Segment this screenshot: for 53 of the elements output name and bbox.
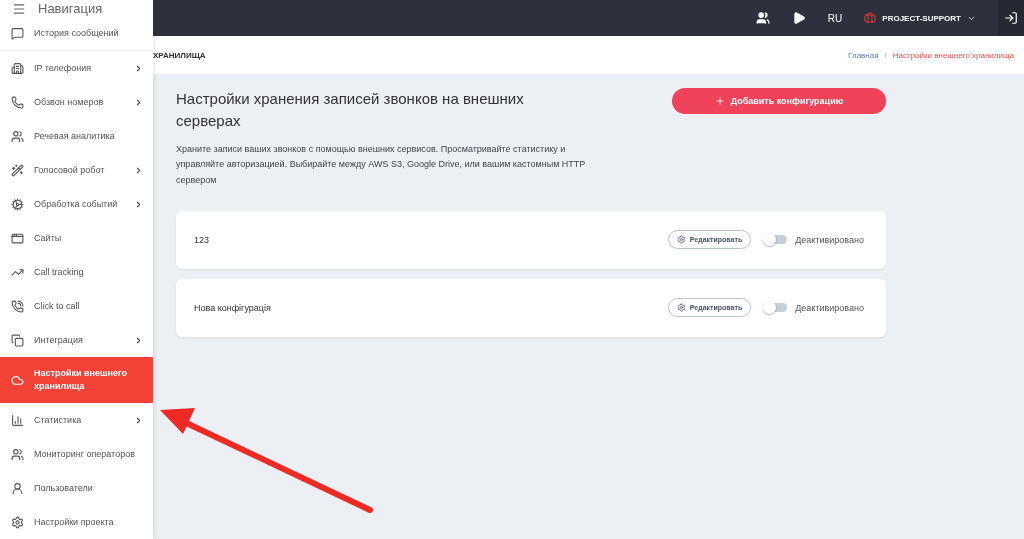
sidebar-item[interactable]: Интеграция [0,323,153,357]
configuration-name: 123 [194,234,211,245]
sidebar-item[interactable]: Call tracking [0,255,153,289]
sidebar-item[interactable]: Обзвон номеров [0,85,153,119]
gear-icon [676,235,686,245]
window-icon [11,231,24,245]
menu-icon[interactable] [12,1,26,16]
logout-button[interactable] [998,0,1024,36]
play-icon[interactable] [791,11,806,25]
sidebar-item[interactable]: Голосовой робот [0,153,153,187]
people-icon[interactable] [755,11,770,25]
phone-icon [11,95,24,109]
plus-icon [714,96,725,106]
add-configuration-button[interactable]: Добавить конфигурацию [672,88,886,114]
section-title: Настройки хранения записей звонков на внешних серверах [176,89,525,131]
building-icon [11,61,24,75]
sidebar-item[interactable]: IP телефония [0,51,153,85]
wand-icon [11,163,24,177]
project-selector[interactable]: PROJECT-SUPPORT [864,12,976,24]
user-icon [11,481,24,495]
language-selector[interactable]: RU [827,12,843,24]
sidebar-item[interactable]: Сайты [0,221,153,255]
sidebar-item[interactable]: Пользователи [0,471,153,505]
toggle-switch[interactable] [765,235,788,245]
breadcrumb-separator: / [884,50,887,60]
breadcrumb-link[interactable]: Главная [848,50,879,60]
sidebar-item[interactable]: Настройки проекта [0,505,153,539]
status-label: Деактивировано [795,234,864,245]
sidebar-item[interactable]: Обработка событий [0,187,153,221]
sidebar-item[interactable]: Речевая аналитика [0,119,153,153]
sidebar-item[interactable]: Мониторинг операторов [0,437,153,471]
page-title: ХРАНИЛИЩА [153,50,206,60]
bar-chart-icon [11,413,24,427]
gear-icon [11,197,24,211]
phone-icon [11,299,24,313]
people-icon [11,129,24,143]
sidebar-title: Навигация [38,1,103,16]
sidebar-item[interactable]: Click to call [0,289,153,323]
gear-icon [676,303,686,313]
chat-bubble-icon [11,27,24,40]
sidebar-item[interactable]: Настройки внешнего хранилища [0,357,153,403]
people-icon [11,447,24,461]
cloud-icon [11,373,24,387]
status-label: Деактивировано [795,302,864,313]
copy-icon [11,333,24,347]
configuration-name: Нова конфігурація [194,302,272,313]
logout-icon [1004,11,1018,25]
breadcrumb-link[interactable]: Настройки внешнего хранилища [892,50,1014,60]
sidebar-item[interactable]: Статистика [0,403,153,437]
toggle-switch[interactable] [765,303,788,313]
section-description: Храните записи ваших звонков с помощью внешних сервисов. Просматривайте статистику и управляйте авторизацией. Выбирайте между AWS S3, Google Drive, или вашим кастомным HTTP сервером [176,142,587,187]
briefcase-icon [864,12,877,24]
gear-icon [11,515,24,529]
